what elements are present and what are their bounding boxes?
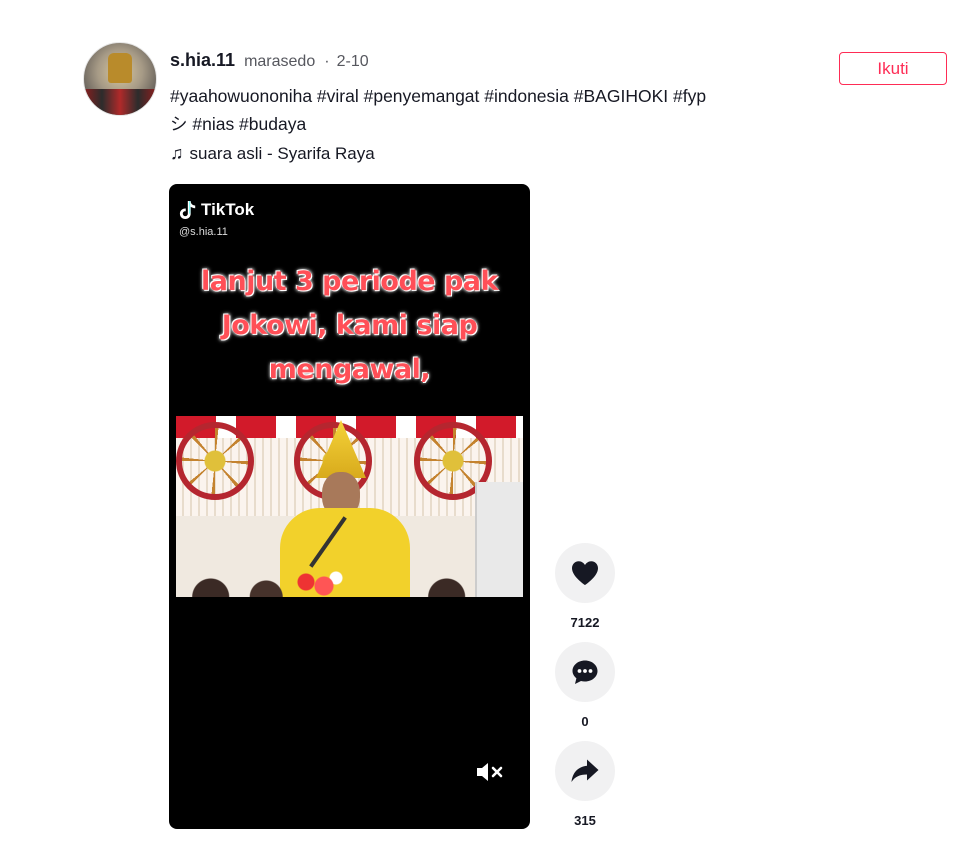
tiktok-logo-icon (179, 201, 196, 219)
heart-icon (572, 561, 598, 585)
overlay-line-3: mengawal, (268, 354, 431, 385)
like-count: 7122 (570, 615, 600, 630)
share-icon (571, 759, 599, 782)
video-player[interactable]: TikTok @s.hia.11 lanjut 3 periode pak Jo… (169, 184, 530, 829)
tiktok-wordmark: TikTok (201, 200, 255, 219)
scene-audience (176, 573, 523, 597)
comment-button[interactable] (555, 642, 615, 702)
username[interactable]: s.hia.11 (170, 50, 235, 70)
follow-button[interactable]: Ikuti (839, 52, 947, 85)
caption-line-1[interactable]: #yaahowuononiha #viral #penyemangat #ind… (170, 82, 800, 110)
mute-icon[interactable] (475, 760, 505, 784)
avatar-crowd (84, 89, 156, 115)
music-note-icon: ♫ (170, 143, 184, 163)
like-button[interactable] (555, 543, 615, 603)
nickname: marasedo (244, 53, 316, 70)
date-separator: · (324, 53, 330, 70)
video-frame (176, 416, 523, 597)
caption-line-2[interactable]: シ #nias #budaya (170, 110, 800, 138)
comment-action: 0 (555, 642, 615, 729)
scene-wheel-ornament (176, 422, 254, 500)
music-link[interactable]: ♫ suara asli - Syarifa Raya (170, 143, 375, 164)
overlay-line-2: Jokowi, kami siap (221, 310, 478, 341)
tiktok-watermark: TikTok (179, 200, 254, 220)
post-header: s.hia.11 marasedo · 2-10 (170, 50, 369, 71)
share-count: 315 (574, 813, 596, 828)
overlay-line-1: lanjut 3 periode pak (201, 266, 498, 297)
video-handle: @s.hia.11 (179, 226, 228, 238)
share-button[interactable] (555, 741, 615, 801)
comment-count: 0 (581, 714, 589, 729)
avatar-figure (108, 53, 132, 83)
comment-icon (572, 660, 598, 684)
avatar[interactable] (83, 42, 157, 116)
post-date: 2-10 (336, 53, 369, 70)
share-action: 315 (555, 741, 615, 828)
video-overlay-text: lanjut 3 periode pak Jokowi, kami siap m… (169, 260, 530, 392)
like-action: 7122 (555, 543, 615, 630)
music-title[interactable]: suara asli - Syarifa Raya (190, 144, 375, 164)
caption: #yaahowuononiha #viral #penyemangat #ind… (170, 82, 800, 138)
